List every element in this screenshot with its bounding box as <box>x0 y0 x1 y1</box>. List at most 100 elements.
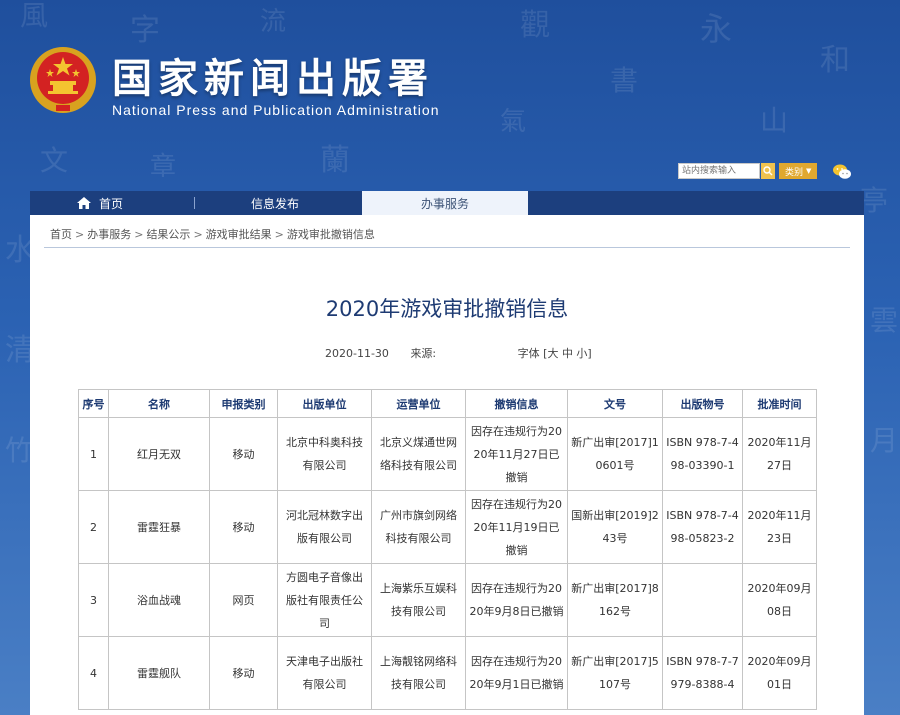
svg-text:氣: 氣 <box>500 107 526 137</box>
nav-home-label: 首页 <box>98 196 123 211</box>
breadcrumb-divider <box>44 247 850 248</box>
cell-index: 2 <box>78 490 109 564</box>
svg-text:流: 流 <box>260 7 286 37</box>
svg-text:永: 永 <box>700 10 732 48</box>
search-bar: 类别 ▼ <box>678 163 818 179</box>
cell-isbn: ISBN 978-7-7979-8388-4 <box>662 636 743 710</box>
cell-publisher: 河北冠林数字出版有限公司 <box>277 490 372 564</box>
svg-text:雲: 雲 <box>870 304 898 337</box>
table-row: 4 雷霆舰队 移动 天津电子出版社有限公司 上海靓铭网络科技有限公司 因存在违规… <box>78 636 817 710</box>
national-emblem-icon <box>30 47 96 113</box>
breadcrumb: 首页 > 办事服务 > 结果公示 > 游戏审批结果 > 游戏审批撤销信息 <box>50 228 375 241</box>
svg-text:和: 和 <box>820 43 850 78</box>
cell-name: 红月无双 <box>108 417 210 491</box>
table-row: 3 浴血战魂 网页 方圆电子音像出版社有限责任公司 上海紫乐互娱科技有限公司 因… <box>78 563 817 637</box>
header-operator: 运营单位 <box>371 389 466 418</box>
category-label: 类别 <box>785 167 804 178</box>
header-doc-number: 文号 <box>567 389 663 418</box>
chevron-down-icon: ▼ <box>806 167 812 175</box>
breadcrumb-game-results[interactable]: 游戏审批结果 <box>206 228 272 241</box>
nav-info-release[interactable]: 信息发布 <box>225 191 325 215</box>
table-row: 2 雷霆狂暴 移动 河北冠林数字出版有限公司 广州市旗剑网络科技有限公司 因存在… <box>78 490 817 564</box>
cell-isbn <box>662 563 743 637</box>
header-isbn: 出版物号 <box>662 389 743 418</box>
cell-isbn: ISBN 978-7-498-05823-2 <box>662 490 743 564</box>
nav-services-active[interactable]: 办事服务 <box>362 191 528 215</box>
cell-name: 雷霆狂暴 <box>108 490 210 564</box>
font-size-control[interactable]: 字体 [大 中 小] <box>518 347 592 360</box>
svg-text:山: 山 <box>760 104 788 137</box>
header-revocation: 撤销信息 <box>465 389 568 418</box>
cell-approval-date: 2020年11月23日 <box>742 490 817 564</box>
content-panel: 首页 > 办事服务 > 结果公示 > 游戏审批结果 > 游戏审批撤销信息 2020年游戏审批撤销… <box>30 215 864 715</box>
cell-doc-number: 国新出审[2019]243号 <box>567 490 663 564</box>
nav-divider <box>194 197 195 209</box>
svg-text:書: 書 <box>610 64 638 97</box>
source-label: 来源: <box>410 347 437 360</box>
header-name: 名称 <box>108 389 210 418</box>
nav-services-label: 办事服务 <box>420 196 469 211</box>
cell-operator: 上海紫乐互娱科技有限公司 <box>371 563 466 637</box>
cell-operator: 广州市旗剑网络科技有限公司 <box>371 490 466 564</box>
search-button[interactable] <box>761 163 775 179</box>
site-title: 国家新闻出版署 <box>112 56 434 102</box>
category-dropdown[interactable]: 类别 ▼ <box>779 163 818 179</box>
nav-home[interactable]: 首页 <box>30 191 170 215</box>
home-icon <box>76 197 91 209</box>
cell-publisher: 方圆电子音像出版社有限责任公司 <box>277 563 372 637</box>
cell-approval-date: 2020年11月27日 <box>742 417 817 491</box>
cell-category: 移动 <box>209 417 278 491</box>
header-approval-date: 批准时间 <box>742 389 817 418</box>
header-category: 申报类别 <box>209 389 278 418</box>
cell-name: 雷霆舰队 <box>108 636 210 710</box>
cell-name: 浴血战魂 <box>108 563 210 637</box>
svg-text:字: 字 <box>130 13 160 48</box>
article-meta: 2020-11-30 来源: 字体 [大 中 小] <box>325 345 592 361</box>
svg-text:竹: 竹 <box>5 434 33 467</box>
svg-text:風: 風 <box>20 0 48 32</box>
cell-index: 3 <box>78 563 109 637</box>
main-navigation: 首页 信息发布 办事服务 <box>30 191 864 215</box>
cell-revocation: 因存在违规行为2020年9月8日已撤销 <box>465 563 568 637</box>
revocation-table: 序号 名称 申报类别 出版单位 运营单位 撤销信息 文号 出版物号 批准时间 1… <box>78 389 817 710</box>
cell-revocation: 因存在违规行为2020年11月27日已撤销 <box>465 417 568 491</box>
cell-publisher: 北京中科奥科技有限公司 <box>277 417 372 491</box>
svg-text:蘭: 蘭 <box>320 143 350 178</box>
header-publisher: 出版单位 <box>277 389 372 418</box>
cell-approval-date: 2020年09月01日 <box>742 636 817 710</box>
page-title: 2020年游戏审批撤销信息 <box>325 297 569 321</box>
cell-operator: 上海靓铭网络科技有限公司 <box>371 636 466 710</box>
breadcrumb-current[interactable]: 游戏审批撤销信息 <box>287 228 375 241</box>
header-index: 序号 <box>78 389 109 418</box>
cell-doc-number: 新广出审[2017]8162号 <box>567 563 663 637</box>
cell-publisher: 天津电子出版社有限公司 <box>277 636 372 710</box>
svg-text:月: 月 <box>870 424 898 457</box>
svg-text:文: 文 <box>40 144 68 177</box>
cell-category: 移动 <box>209 490 278 564</box>
cell-index: 4 <box>78 636 109 710</box>
site-title-english: National Press and Publication Administr… <box>112 102 440 118</box>
search-icon <box>763 166 773 176</box>
breadcrumb-results[interactable]: 结果公示 <box>146 228 190 241</box>
wechat-icon[interactable] <box>832 163 852 181</box>
breadcrumb-home[interactable]: 首页 <box>50 228 72 241</box>
breadcrumb-services[interactable]: 办事服务 <box>87 228 131 241</box>
cell-category: 网页 <box>209 563 278 637</box>
publish-date: 2020-11-30 <box>325 347 389 360</box>
cell-revocation: 因存在违规行为2020年9月1日已撤销 <box>465 636 568 710</box>
search-input[interactable] <box>678 163 760 179</box>
cell-category: 移动 <box>209 636 278 710</box>
cell-operator: 北京义煤通世网络科技有限公司 <box>371 417 466 491</box>
table-header-row: 序号 名称 申报类别 出版单位 运营单位 撤销信息 文号 出版物号 批准时间 <box>78 389 817 418</box>
table-row: 1 红月无双 移动 北京中科奥科技有限公司 北京义煤通世网络科技有限公司 因存在… <box>78 417 817 491</box>
cell-doc-number: 新广出审[2017]10601号 <box>567 417 663 491</box>
cell-isbn: ISBN 978-7-498-03390-1 <box>662 417 743 491</box>
svg-text:觀: 觀 <box>520 8 550 43</box>
cell-approval-date: 2020年09月08日 <box>742 563 817 637</box>
cell-doc-number: 新广出审[2017]5107号 <box>567 636 663 710</box>
nav-info-release-label: 信息发布 <box>250 196 299 211</box>
svg-text:亭: 亭 <box>860 184 888 217</box>
cell-revocation: 因存在违规行为2020年11月19日已撤销 <box>465 490 568 564</box>
svg-text:章: 章 <box>150 152 176 182</box>
cell-index: 1 <box>78 417 109 491</box>
